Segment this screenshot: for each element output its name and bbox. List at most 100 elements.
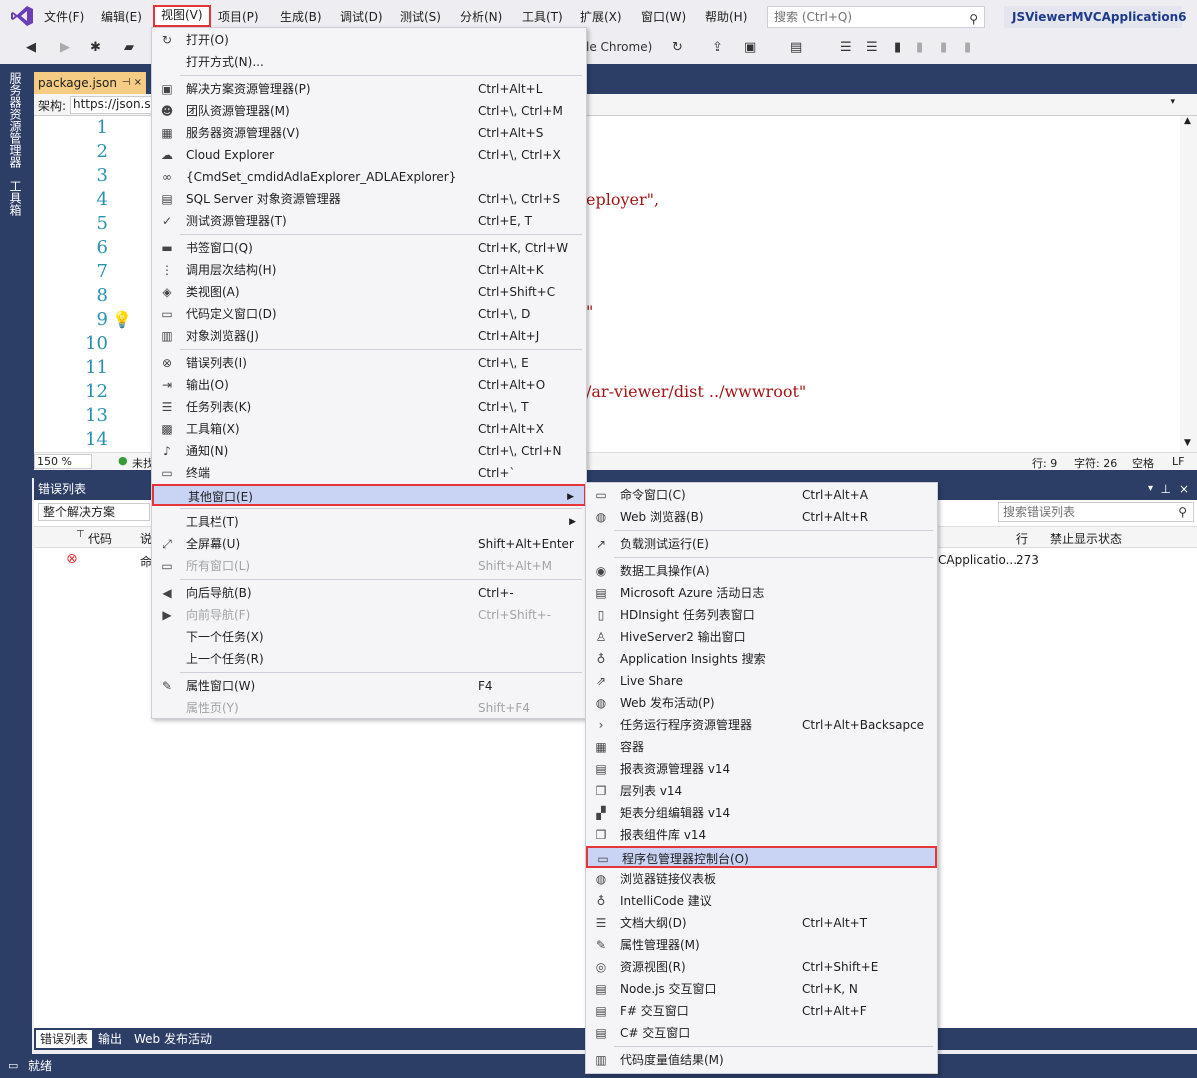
indent-icon[interactable]: ☰ <box>840 40 852 55</box>
menu-help[interactable]: 帮助(H) <box>705 7 747 27</box>
other-windows-item-29[interactable]: ▥ 代码度量值结果(M) <box>586 1049 937 1071</box>
prev-bookmark-icon[interactable]: ▮ <box>916 40 923 55</box>
forward-icon[interactable]: ▶ <box>60 40 70 55</box>
tab-web-publish[interactable]: Web 发布活动 <box>130 1030 216 1048</box>
whitespace-indicator[interactable]: 空格 <box>1132 455 1154 471</box>
schema-input[interactable]: https://json.sc <box>70 96 154 114</box>
other-windows-item-25[interactable]: ▤ Node.js 交互窗口 Ctrl+K, N <box>586 978 937 1000</box>
other-windows-item-26[interactable]: ▤ F# 交互窗口 Ctrl+Alt+F <box>586 1000 937 1022</box>
view-menu-item-16[interactable]: ▥ 对象浏览器(J) Ctrl+Alt+J <box>152 325 586 347</box>
back-icon[interactable]: ◀ <box>26 40 36 55</box>
other-windows-item-16[interactable]: ❐ 层列表 v14 <box>586 780 937 802</box>
menu-view[interactable]: 视图(V) <box>153 5 211 27</box>
other-windows-item-17[interactable]: ▞ 矩表分组编辑器 v14 <box>586 802 937 824</box>
other-windows-item-14[interactable]: ▦ 容器 <box>586 736 937 758</box>
menu-extensions[interactable]: 扩展(X) <box>580 7 622 27</box>
view-menu-item-15[interactable]: ▭ 代码定义窗口(D) Ctrl+\, D <box>152 303 586 325</box>
open-folder-icon[interactable]: ▰ <box>124 40 134 55</box>
view-menu-item-12[interactable]: ▬ 书签窗口(Q) Ctrl+K, Ctrl+W <box>152 237 586 259</box>
view-menu-item-1[interactable]: ↻ 打开(O) <box>152 29 586 51</box>
other-windows-item-6[interactable]: ◉ 数据工具操作(A) <box>586 560 937 582</box>
menu-analyze[interactable]: 分析(N) <box>460 7 502 27</box>
new-item-icon[interactable]: ✱ <box>90 40 101 55</box>
view-menu-item-5[interactable]: ☻ 团队资源管理器(M) Ctrl+\, Ctrl+M <box>152 100 586 122</box>
other-windows-item-24[interactable]: ◎ 资源视图(R) Ctrl+Shift+E <box>586 956 937 978</box>
other-windows-item-10[interactable]: ♁ Application Insights 搜索 <box>586 648 937 670</box>
view-menu-item-6[interactable]: ▦ 服务器资源管理器(V) Ctrl+Alt+S <box>152 122 586 144</box>
lightbulb-icon[interactable]: 💡 <box>112 310 132 329</box>
other-windows-item-13[interactable]: › 任务运行程序资源管理器 Ctrl+Alt+Backsapce <box>586 714 937 736</box>
col-suppress-header[interactable]: 禁止显示状态 <box>1050 530 1122 547</box>
screenshot-icon[interactable]: ▣ <box>744 40 756 55</box>
menu-build[interactable]: 生成(B) <box>280 7 322 27</box>
view-menu-item-19[interactable]: ⇥ 输出(O) Ctrl+Alt+O <box>152 374 586 396</box>
view-menu-item-27[interactable]: ⤢ 全屏幕(U) Shift+Alt+Enter <box>152 533 586 555</box>
panel-close-icon[interactable]: × <box>1179 478 1189 500</box>
view-menu-item-14[interactable]: ◈ 类视图(A) Ctrl+Shift+C <box>152 281 586 303</box>
view-menu-item-24[interactable]: 其他窗口(E) ▶ <box>152 484 586 506</box>
other-windows-item-1[interactable]: ▭ 命令窗口(C) Ctrl+Alt+A <box>586 484 937 506</box>
view-menu-item-36[interactable]: 属性页(Y) Shift+F4 <box>152 697 586 719</box>
document-tab[interactable]: package.json ⊣ × <box>34 72 146 94</box>
visual-studio-logo-icon[interactable] <box>10 5 34 27</box>
col-line-header[interactable]: 行 <box>1016 530 1028 547</box>
other-windows-item-20[interactable]: ◍ 浏览器链接仪表板 <box>586 868 937 890</box>
error-search-input[interactable]: 搜索错误列表 ⚲ <box>998 502 1194 522</box>
schema-dropdown-icon[interactable]: ▾ <box>1170 97 1175 107</box>
other-windows-item-27[interactable]: ▤ C# 交互窗口 <box>586 1022 937 1044</box>
view-menu-item-10[interactable]: ✓ 测试资源管理器(T) Ctrl+E, T <box>152 210 586 232</box>
view-menu-item-31[interactable]: ▶ 向前导航(F) Ctrl+Shift+- <box>152 604 586 626</box>
menu-project[interactable]: 项目(P) <box>218 7 259 27</box>
view-menu-item-8[interactable]: ∞ {CmdSet_cmdidAdlaExplorer_ADLAExplorer} <box>152 166 586 188</box>
view-menu-item-2[interactable]: 打开方式(N)... <box>152 51 586 73</box>
panel-pin-icon[interactable]: ⊥ <box>1161 478 1171 500</box>
view-menu-item-22[interactable]: ♪ 通知(N) Ctrl+\, Ctrl+N <box>152 440 586 462</box>
other-windows-item-12[interactable]: ◍ Web 发布活动(P) <box>586 692 937 714</box>
menu-debug[interactable]: 调试(D) <box>340 7 383 27</box>
search-input[interactable]: 搜索 (Ctrl+Q) ⚲ <box>767 6 985 28</box>
clear-bookmark-icon[interactable]: ▮ <box>964 40 971 55</box>
view-menu-item-26[interactable]: 工具栏(T) ▶ <box>152 511 586 533</box>
scope-select[interactable]: 整个解决方案 <box>38 503 150 521</box>
panel-dropdown-icon[interactable]: ▾ <box>1148 478 1153 500</box>
view-menu-item-18[interactable]: ⊗ 错误列表(I) Ctrl+\, E <box>152 352 586 374</box>
other-windows-item-22[interactable]: ☰ 文档大纲(D) Ctrl+Alt+T <box>586 912 937 934</box>
other-windows-item-8[interactable]: ▯ HDInsight 任务列表窗口 <box>586 604 937 626</box>
menu-file[interactable]: 文件(F) <box>44 7 84 27</box>
other-windows-item-19[interactable]: ▭ 程序包管理器控制台(O) <box>586 846 937 868</box>
other-windows-item-21[interactable]: ♁ IntelliCode 建议 <box>586 890 937 912</box>
other-windows-item-11[interactable]: ⇗ Live Share <box>586 670 937 692</box>
menu-edit[interactable]: 编辑(E) <box>101 7 142 27</box>
toolbox-tab[interactable]: 工具箱 <box>8 180 24 216</box>
editor-vertical-scrollbar[interactable]: ▲ ▼ <box>1180 116 1197 452</box>
scroll-up-icon[interactable]: ▲ <box>1184 116 1191 126</box>
col-code-header[interactable]: 代码 <box>88 530 112 547</box>
menu-window[interactable]: 窗口(W) <box>641 7 686 27</box>
outdent-icon[interactable]: ☰ <box>866 40 878 55</box>
other-windows-item-23[interactable]: ✎ 属性管理器(M) <box>586 934 937 956</box>
filter-icon[interactable]: ⊤ <box>76 529 85 540</box>
view-menu-item-30[interactable]: ◀ 向后导航(B) Ctrl+- <box>152 582 586 604</box>
server-explorer-tab[interactable]: 服务器资源管理器 <box>8 72 24 168</box>
zoom-select[interactable]: 150 % <box>34 454 92 469</box>
view-menu-item-13[interactable]: ⋮ 调用层次结构(H) Ctrl+Alt+K <box>152 259 586 281</box>
refresh-icon[interactable]: ↻ <box>672 40 683 55</box>
other-windows-item-2[interactable]: ◍ Web 浏览器(B) Ctrl+Alt+R <box>586 506 937 528</box>
menu-tools[interactable]: 工具(T) <box>522 7 563 27</box>
view-menu-item-23[interactable]: ▭ 终端 Ctrl+` <box>152 462 586 484</box>
publish-icon[interactable]: ⇪ <box>712 40 723 55</box>
eol-indicator[interactable]: LF <box>1172 455 1184 468</box>
view-menu-item-28[interactable]: ▭ 所有窗口(L) Shift+Alt+M <box>152 555 586 577</box>
view-menu-item-9[interactable]: ▤ SQL Server 对象资源管理器 Ctrl+\, Ctrl+S <box>152 188 586 210</box>
view-menu-item-21[interactable]: ▩ 工具箱(X) Ctrl+Alt+X <box>152 418 586 440</box>
tab-error-list[interactable]: 错误列表 <box>36 1030 93 1048</box>
view-menu-item-7[interactable]: ☁ Cloud Explorer Ctrl+\, Ctrl+X <box>152 144 586 166</box>
view-menu-item-32[interactable]: 下一个任务(X) <box>152 626 586 648</box>
other-windows-item-9[interactable]: ♙ HiveServer2 输出窗口 <box>586 626 937 648</box>
next-bookmark-icon[interactable]: ▮ <box>940 40 947 55</box>
view-menu-item-33[interactable]: 上一个任务(R) <box>152 648 586 670</box>
other-windows-item-7[interactable]: ▤ Microsoft Azure 活动日志 <box>586 582 937 604</box>
tab-output[interactable]: 输出 <box>94 1030 126 1048</box>
bookmark-icon[interactable]: ▮ <box>894 40 901 55</box>
view-menu-item-4[interactable]: ▣ 解决方案资源管理器(P) Ctrl+Alt+L <box>152 78 586 100</box>
